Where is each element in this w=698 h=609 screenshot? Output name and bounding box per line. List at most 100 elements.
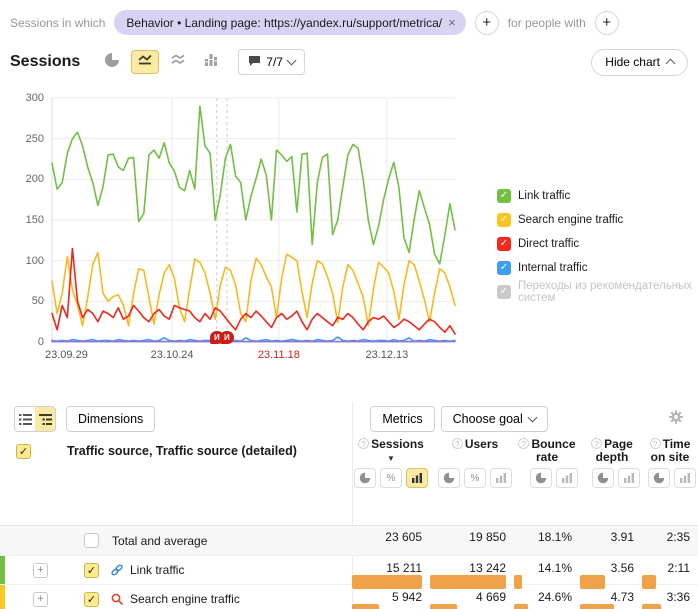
stacked-area-chart-icon: [170, 52, 186, 73]
table-toolbar: Dimensions Metrics Choose goal: [0, 402, 698, 436]
column-header-users[interactable]: ?Users: [430, 438, 514, 465]
column-header-sessions[interactable]: ?Sessions ▼: [352, 438, 430, 465]
users-pie-toggle[interactable]: [438, 468, 460, 488]
legend-item[interactable]: ✓Direct traffic: [497, 232, 698, 256]
select-all-checkbox[interactable]: ✓: [16, 444, 31, 459]
table-row-total[interactable]: Total and average 23 605 19 850 18.1% 3.…: [0, 526, 698, 556]
table-row-search-engine-traffic[interactable]: + ✓ Search engine traffic 5 942 4 669 24…: [0, 585, 698, 609]
add-people-condition-button[interactable]: +: [595, 11, 619, 35]
tree-view-button[interactable]: [35, 407, 55, 431]
column-chart-type-button[interactable]: [197, 50, 225, 74]
bounce-rate-bars-toggle[interactable]: [556, 468, 578, 488]
help-icon[interactable]: ?: [650, 438, 661, 449]
legend-item[interactable]: ✓Переходы из рекомендательных систем: [497, 280, 698, 304]
filter-chip[interactable]: Behavior • Landing page: https://yandex.…: [114, 10, 465, 35]
help-icon[interactable]: ?: [591, 438, 602, 449]
users-display-toggles: %: [430, 468, 512, 496]
row-checkbox[interactable]: ✓: [84, 592, 99, 607]
legend-checkbox-icon[interactable]: ✓: [497, 237, 511, 251]
time-on-site-pie-toggle[interactable]: [648, 468, 670, 488]
chart-plot[interactable]: [0, 85, 470, 355]
row-checkbox[interactable]: [84, 533, 99, 548]
legend-checkbox-icon[interactable]: ✓: [497, 261, 511, 275]
metric-bar: [514, 604, 528, 609]
cell-bounce-rate: 14.1%: [514, 561, 580, 575]
expand-row-button[interactable]: +: [33, 563, 48, 578]
metric-bar: [430, 604, 457, 609]
y-axis-label: 150: [12, 214, 44, 226]
filter-prefix-label: Sessions in which: [10, 16, 105, 30]
line-chart-type-button[interactable]: [131, 50, 159, 74]
cell-time-on-site: 3:36: [642, 590, 698, 604]
sessions-bars-toggle[interactable]: [406, 468, 428, 488]
cell-page-depth: 3.56: [580, 561, 642, 575]
metric-bar: [642, 604, 661, 609]
legend-checkbox-icon[interactable]: ✓: [497, 213, 511, 227]
x-axis-label: 23.11.18: [258, 349, 300, 361]
row-label[interactable]: Search engine traffic: [130, 592, 240, 606]
sessions-percent-toggle[interactable]: %: [380, 468, 402, 488]
x-axis-label: 23.09.29: [45, 349, 88, 361]
users-bars-toggle[interactable]: [490, 468, 512, 488]
chevron-down-icon: [287, 56, 297, 66]
table-row-link-traffic[interactable]: + ✓ Link traffic 15 211 13 242 14.1% 3.5…: [0, 556, 698, 585]
cell-time-on-site: 2:11: [642, 561, 698, 575]
row-checkbox[interactable]: ✓: [84, 563, 99, 578]
legend-checkbox-icon[interactable]: ✓: [497, 285, 511, 299]
cell-page-depth: 4.73: [580, 590, 642, 604]
legend-item[interactable]: ✓ Search engine traffic: [497, 208, 698, 232]
sort-desc-icon: ▼: [387, 454, 395, 463]
legend-label: Internal traffic: [518, 262, 587, 274]
pie-chart-type-button[interactable]: [98, 50, 126, 74]
chevron-down-icon: [527, 413, 537, 423]
legend-item[interactable]: ✓Link traffic: [497, 184, 698, 208]
y-axis-label: 300: [12, 92, 44, 104]
help-icon[interactable]: ?: [452, 438, 463, 449]
row-label[interactable]: Link traffic: [130, 563, 184, 577]
choose-goal-dropdown[interactable]: Choose goal: [441, 406, 548, 432]
gear-icon[interactable]: [668, 409, 684, 430]
choose-goal-label: Choose goal: [453, 412, 523, 426]
expand-row-button[interactable]: +: [33, 592, 48, 607]
legend-item[interactable]: ✓ Internal traffic: [497, 256, 698, 280]
view-mode-switcher: [14, 406, 56, 432]
column-chart-icon: [203, 52, 219, 73]
help-icon[interactable]: ?: [358, 438, 369, 449]
users-percent-toggle[interactable]: %: [464, 468, 486, 488]
page-depth-bars-toggle[interactable]: [618, 468, 640, 488]
stacked-area-chart-type-button[interactable]: [164, 50, 192, 74]
add-condition-button[interactable]: +: [475, 11, 499, 35]
help-icon[interactable]: ?: [518, 438, 529, 449]
chip-close-icon[interactable]: ×: [448, 15, 456, 30]
metrics-button[interactable]: Metrics: [370, 406, 434, 432]
cell-page-depth: 3.91: [580, 530, 642, 544]
page-depth-display-toggles: [580, 468, 640, 496]
pie-chart-icon: [104, 52, 120, 73]
hide-chart-label: Hide chart: [605, 55, 660, 69]
cell-sessions: 23 605: [352, 530, 430, 544]
column-header-time-on-site[interactable]: ?Time on site: [642, 438, 698, 465]
dimensions-button[interactable]: Dimensions: [66, 406, 155, 432]
y-axis-label: 250: [12, 133, 44, 145]
cell-bounce-rate: 24.6%: [514, 590, 580, 604]
row-color-stripe: [0, 556, 5, 584]
comment-marker[interactable]: И: [220, 331, 234, 344]
legend-checkbox-icon[interactable]: ✓: [497, 189, 511, 203]
sessions-chart[interactable]: ✓Link traffic✓Search engine traffic✓Dire…: [0, 85, 698, 366]
column-header-bounce-rate[interactable]: ?Bounce rate: [514, 438, 580, 465]
column-header-page-depth[interactable]: ?Page depth: [580, 438, 642, 465]
cell-users: 13 242: [430, 561, 514, 575]
segments-dropdown[interactable]: 7/7: [238, 49, 305, 75]
cell-users: 4 669: [430, 590, 514, 604]
time-on-site-bars-toggle[interactable]: [674, 468, 696, 488]
flat-list-view-button[interactable]: [15, 407, 35, 431]
bounce-rate-pie-toggle[interactable]: [530, 468, 552, 488]
chart-header: Sessions 7/7 Hide chart: [10, 48, 688, 76]
row-label: Total and average: [112, 534, 207, 548]
page-depth-pie-toggle[interactable]: [592, 468, 614, 488]
sessions-pie-toggle[interactable]: [354, 468, 376, 488]
cell-bounce-rate: 18.1%: [514, 530, 580, 544]
page-title: Sessions: [10, 53, 80, 71]
hide-chart-button[interactable]: Hide chart: [591, 49, 688, 76]
legend-label: Search engine traffic: [518, 214, 623, 226]
